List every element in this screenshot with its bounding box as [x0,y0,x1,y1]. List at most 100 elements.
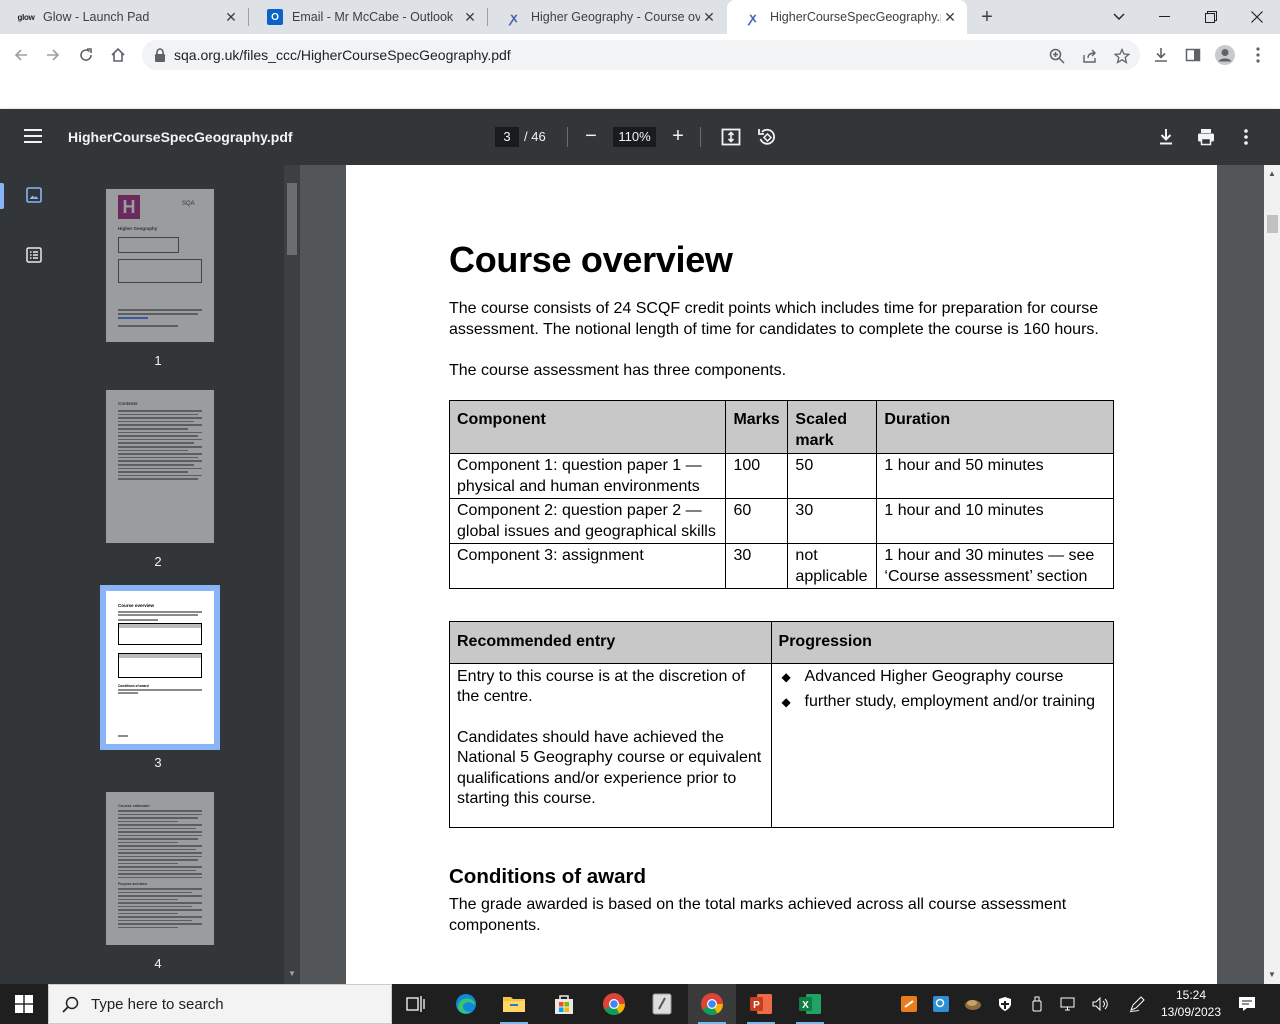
download-icon[interactable] [1155,126,1177,148]
close-icon[interactable]: ✕ [461,8,479,26]
address-bar[interactable]: sqa.org.uk/files_ccc/HigherCourseSpecGeo… [142,40,1140,70]
bookmark-star-icon[interactable] [1113,47,1131,65]
reload-button[interactable] [73,42,99,68]
close-icon[interactable]: ✕ [222,8,240,26]
thumbnail-text-line [118,902,202,904]
tray-usb-icon[interactable] [1027,994,1047,1014]
close-window-button[interactable] [1234,0,1280,34]
tab-outlook[interactable]: O Email - Mr McCabe - Outlook ✕ [249,0,487,34]
search-icon [62,996,79,1013]
hamburger-menu-icon[interactable] [22,126,44,148]
thumbnail-text-line [118,413,198,416]
side-panel-button[interactable] [1180,42,1206,68]
system-clock[interactable]: 15:24 13/09/2023 [1158,987,1224,1021]
downloads-button[interactable] [1148,42,1174,68]
thumbnail-text-line [118,862,178,864]
tray-shield-icon[interactable] [995,994,1015,1014]
volume-icon[interactable] [1090,994,1110,1014]
minimize-button[interactable] [1142,0,1188,34]
start-button[interactable] [0,984,48,1024]
scroll-down-arrow-icon[interactable]: ▼ [284,967,300,981]
sidebar-scrollbar[interactable]: ▼ [284,165,300,984]
list-item-text: further study, employment and/or trainin… [804,692,1096,710]
intro-paragraph: The course consists of 24 SCQF credit po… [449,300,1099,338]
tab-course-spec-pdf[interactable]: ꭗ HigherCourseSpecGeography.pd ✕ [727,0,967,34]
scroll-up-arrow-icon[interactable]: ▲ [1264,167,1280,181]
page-thumbnail-4[interactable]: Course rationale Purpose and aims [106,792,214,945]
scroll-down-arrow-icon[interactable]: ▼ [1264,968,1280,982]
restore-button[interactable] [1188,0,1234,34]
close-icon[interactable]: ✕ [941,8,959,26]
thumbnail-number: 4 [154,956,162,971]
outlook-icon: O [267,9,283,25]
zoom-icon[interactable] [1048,47,1066,65]
column-header: Scaled mark [787,400,878,454]
fit-to-page-icon[interactable] [720,126,742,148]
thumbnail-text-line [118,435,198,437]
page-thumbnail-2[interactable]: Contents [106,390,214,543]
zoom-level-input[interactable]: 110% [613,127,656,147]
chrome-icon [603,993,625,1015]
store-icon [555,995,573,1014]
zoom-out-button[interactable]: − [580,125,602,147]
edge-app[interactable] [442,984,490,1024]
class-notebook-app[interactable] [638,984,686,1024]
forward-button[interactable] [40,42,66,68]
page-thumbnail-1[interactable]: H SQA Higher Geography [106,189,214,342]
page3-table2 [118,653,202,678]
chrome-app[interactable] [590,984,638,1024]
store-app[interactable] [540,984,588,1024]
tray-weather-icon[interactable] [963,994,983,1014]
sidebar-scrollbar-thumb[interactable] [287,183,297,255]
toolbar-spacer [0,76,1280,109]
tab-title: HigherCourseSpecGeography.pd [770,10,941,24]
back-button[interactable] [8,42,34,68]
print-icon[interactable] [1195,126,1217,148]
page1-brand: SQA [182,201,195,207]
lock-icon[interactable] [152,47,168,63]
tab-strip: glow Glow - Launch Pad ✕ O Email - Mr Mc… [0,0,1280,34]
table-row: Entry to this course is at the discretio… [449,662,1115,828]
close-icon[interactable]: ✕ [700,8,718,26]
excel-app[interactable]: X [786,984,834,1024]
profile-avatar[interactable] [1212,42,1238,68]
pen-icon[interactable] [1127,994,1147,1014]
zoom-in-button[interactable]: + [667,125,689,147]
page-thumbnail-3[interactable]: Course overview Conditions of award [106,591,214,744]
conditions-paragraph: The grade awarded is based on the total … [449,896,1067,934]
document-scrollbar-thumb[interactable] [1267,215,1278,233]
thumbnail-text-line [118,446,202,448]
components-intro: The course assessment has three componen… [449,362,787,379]
tray-search-app-icon[interactable] [931,994,951,1014]
chrome-app-active[interactable] [688,984,736,1024]
thumbnail-text-line [118,834,202,836]
share-icon[interactable] [1081,47,1099,65]
tab-glow[interactable]: glow Glow - Launch Pad ✕ [0,0,248,34]
table-cell: Component 1: question paper 1 — physical… [448,453,727,499]
folder-icon [503,997,525,1012]
outline-view-button[interactable] [0,235,68,275]
thumbnails-view-button[interactable] [0,175,68,215]
file-explorer-app[interactable] [490,984,538,1024]
more-options-icon[interactable] [1235,126,1257,148]
notifications-icon[interactable] [1237,994,1257,1014]
tab-higher-geography[interactable]: ꭗ Higher Geography - Course overv ✕ [488,0,726,34]
network-icon[interactable] [1059,994,1079,1014]
task-view-button[interactable] [392,984,440,1024]
tray-app-icon[interactable] [899,994,919,1014]
svg-text:X: X [802,1000,809,1011]
rotate-icon[interactable] [756,126,778,148]
powerpoint-app[interactable]: P [737,984,785,1024]
home-button[interactable] [105,42,131,68]
tab-title: Glow - Launch Pad [43,10,150,24]
page-number-input[interactable]: 3 [495,127,519,147]
document-scrollbar[interactable]: ▲ ▼ [1264,165,1280,984]
new-tab-button[interactable]: + [975,5,999,29]
page1-title: Higher Geography [118,226,158,231]
table-cell: 100 [725,453,789,499]
document-viewer[interactable]: Course overview The course consists of 2… [300,165,1264,984]
tab-search-button[interactable] [1096,0,1142,34]
thumbnail-text-line [118,460,202,462]
browser-menu-button[interactable] [1245,42,1271,68]
taskbar-search-box[interactable]: Type here to search [48,984,392,1024]
